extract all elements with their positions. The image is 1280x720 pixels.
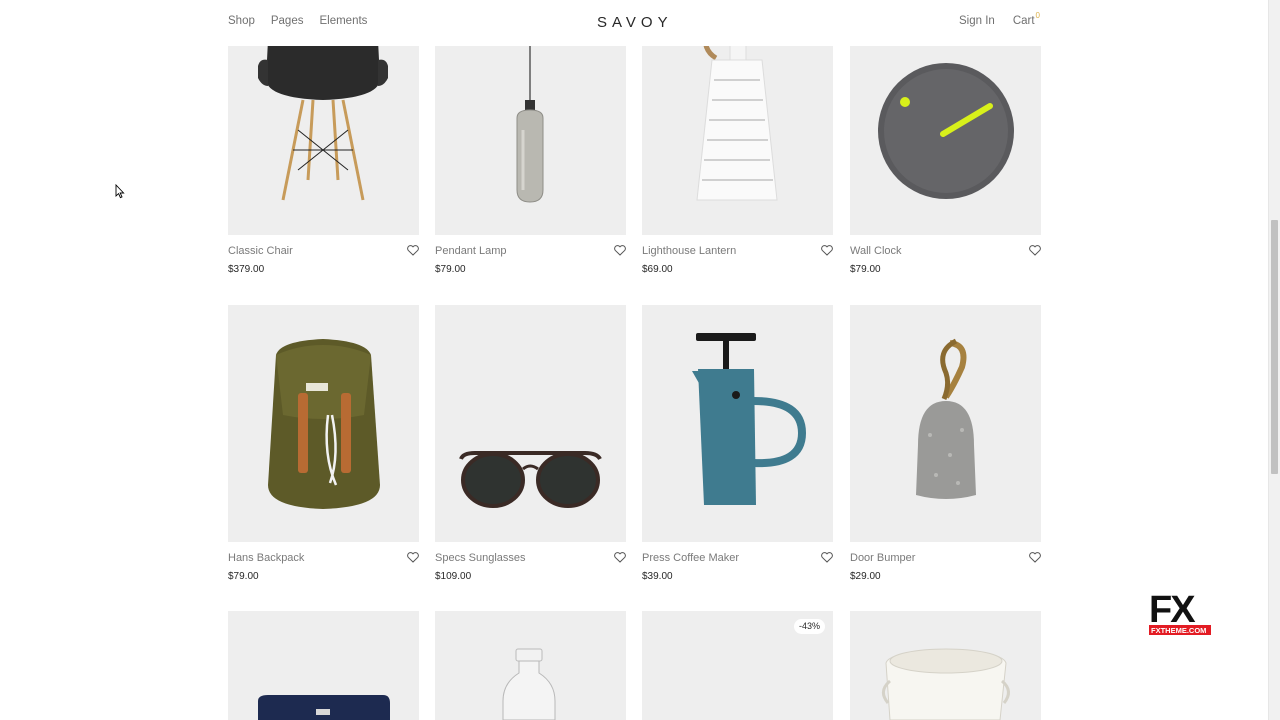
product-price: $69.00 bbox=[642, 264, 673, 275]
canvas-bag-icon bbox=[882, 648, 1010, 720]
product-price: $109.00 bbox=[435, 571, 472, 582]
notebook-icon bbox=[258, 695, 390, 720]
nav-elements[interactable]: Elements bbox=[319, 15, 367, 27]
page-scrollbar[interactable] bbox=[1268, 0, 1280, 720]
nav-shop[interactable]: Shop bbox=[228, 15, 255, 27]
account-nav: Sign In Cart0 bbox=[959, 11, 1040, 27]
product-price: $79.00 bbox=[228, 571, 259, 582]
product-price: $29.00 bbox=[850, 571, 881, 582]
product-price: $379.00 bbox=[228, 264, 265, 275]
product-price: $39.00 bbox=[642, 571, 673, 582]
product-image-specs-sunglasses[interactable] bbox=[435, 305, 626, 542]
cart-label: Cart bbox=[1012, 15, 1035, 27]
wishlist-heart-icon[interactable] bbox=[821, 552, 833, 563]
product-title[interactable]: Door Bumper bbox=[850, 552, 915, 564]
nav-pages[interactable]: Pages bbox=[271, 15, 304, 27]
product-image[interactable]: -43% bbox=[642, 611, 833, 720]
door-bumper-icon bbox=[916, 338, 976, 499]
site-header: Shop Pages Elements SAVOY Sign In Cart0 bbox=[0, 0, 1268, 46]
site-logo[interactable]: SAVOY bbox=[597, 14, 673, 31]
cart-count-badge: 0 bbox=[1035, 11, 1040, 20]
scrollbar-thumb[interactable] bbox=[1271, 220, 1278, 474]
product-image-press-coffee-maker[interactable] bbox=[642, 305, 833, 542]
product-price: $79.00 bbox=[850, 264, 881, 275]
product-image[interactable] bbox=[850, 611, 1041, 720]
svg-text:FXTHEME.COM: FXTHEME.COM bbox=[1151, 626, 1206, 635]
wishlist-heart-icon[interactable] bbox=[1029, 552, 1041, 563]
backpack-icon bbox=[268, 339, 380, 509]
product-image-door-bumper[interactable] bbox=[850, 305, 1041, 542]
product-title[interactable]: Pendant Lamp bbox=[435, 245, 507, 257]
product-title[interactable]: Classic Chair bbox=[228, 245, 293, 257]
wishlist-heart-icon[interactable] bbox=[407, 245, 419, 256]
product-image[interactable] bbox=[228, 611, 419, 720]
product-price: $79.00 bbox=[435, 264, 466, 275]
wishlist-heart-icon[interactable] bbox=[1029, 245, 1041, 256]
product-title[interactable]: Wall Clock bbox=[850, 245, 902, 257]
glass-bottle-icon bbox=[502, 648, 556, 720]
wishlist-heart-icon[interactable] bbox=[614, 245, 626, 256]
cart-link[interactable]: Cart0 bbox=[1012, 11, 1040, 27]
main-nav: Shop Pages Elements bbox=[228, 15, 367, 27]
wishlist-heart-icon[interactable] bbox=[407, 552, 419, 563]
product-title[interactable]: Hans Backpack bbox=[228, 552, 304, 564]
product-image[interactable] bbox=[435, 611, 626, 720]
product-title[interactable]: Specs Sunglasses bbox=[435, 552, 526, 564]
product-image-hans-backpack[interactable] bbox=[228, 305, 419, 542]
mouse-cursor-icon bbox=[115, 184, 125, 199]
discount-badge: -43% bbox=[793, 619, 825, 634]
coffee-press-icon bbox=[692, 333, 807, 505]
sign-in-link[interactable]: Sign In bbox=[959, 15, 995, 27]
wishlist-heart-icon[interactable] bbox=[614, 552, 626, 563]
fxtheme-watermark-logo: FX FXTHEME.COM bbox=[1149, 588, 1211, 636]
wishlist-heart-icon[interactable] bbox=[821, 245, 833, 256]
sunglasses-icon bbox=[459, 451, 602, 508]
product-title[interactable]: Lighthouse Lantern bbox=[642, 245, 736, 257]
product-title[interactable]: Press Coffee Maker bbox=[642, 552, 739, 564]
svg-text:FX: FX bbox=[1149, 589, 1196, 631]
